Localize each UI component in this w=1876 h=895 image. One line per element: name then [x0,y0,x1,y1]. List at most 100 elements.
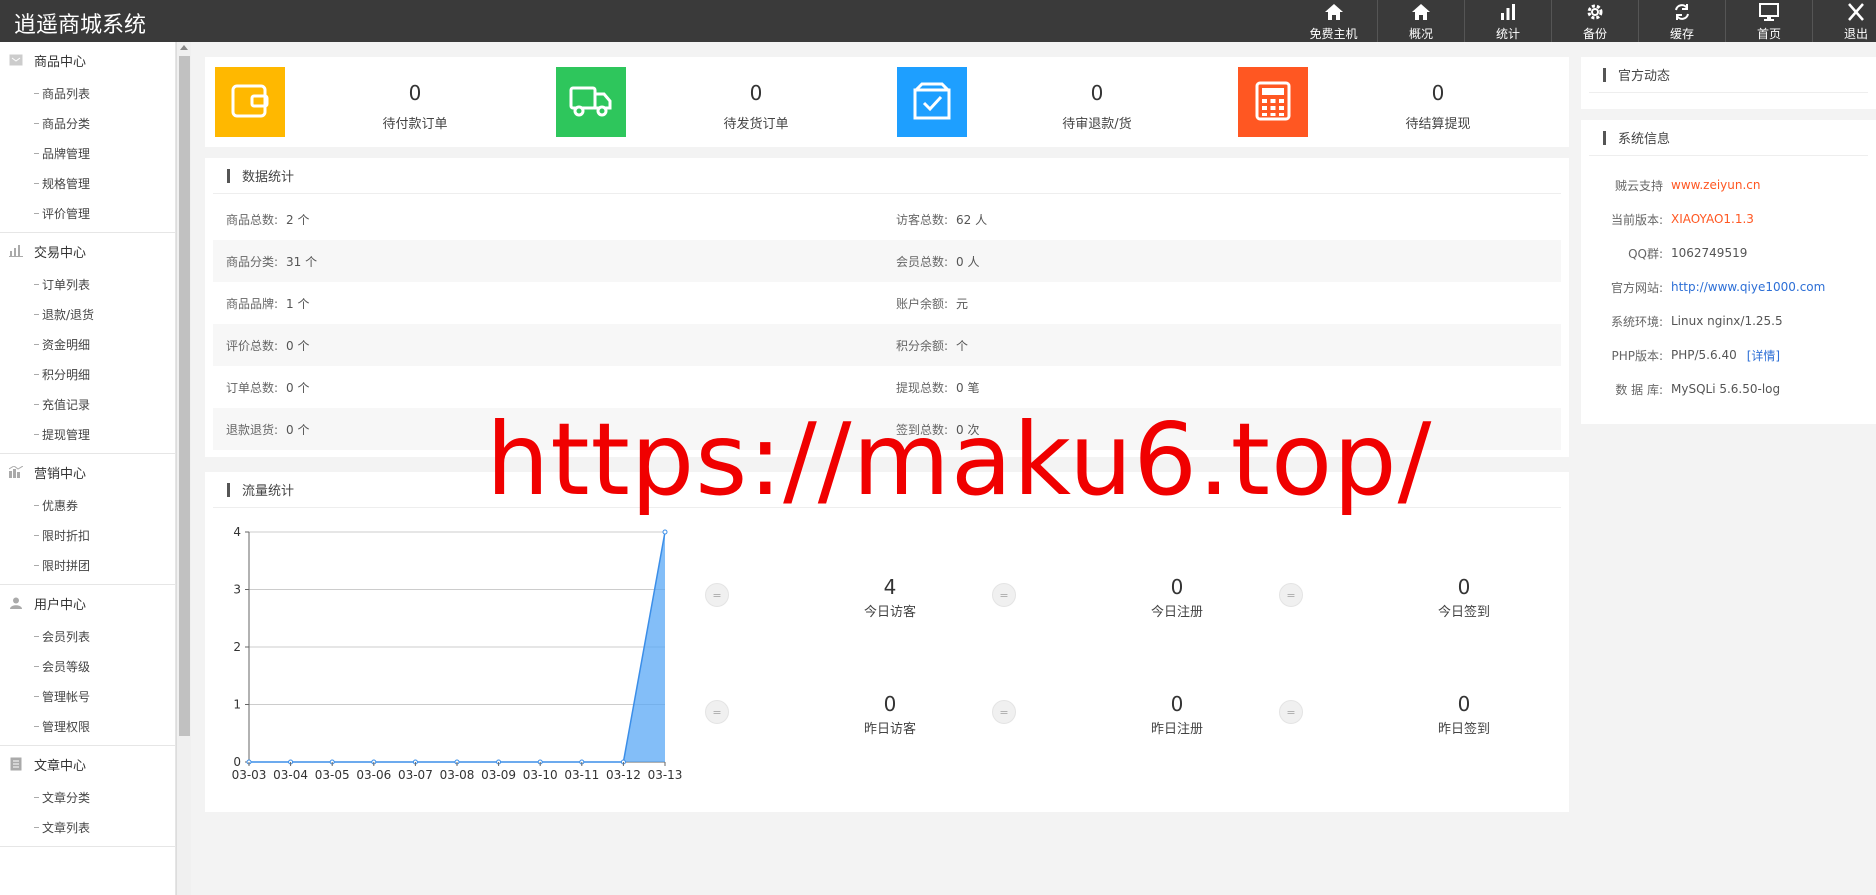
sidebar-group-title: 营销中心 [34,466,87,482]
sidebar-item-group-buy[interactable]: 限时拼团 [0,550,175,580]
sidebar-group-header[interactable]: 文章中心 [0,746,175,782]
sysinfo-link[interactable]: XIAOYAO1.1.3 [1671,212,1754,226]
stats-value: 个 [956,338,969,353]
stats-label: 商品分类: [225,254,278,269]
card-tile [556,67,626,137]
stats-label: 会员总数: [895,254,948,269]
kpi-value: 0 [1457,692,1471,716]
topnav-label: 首页 [1756,27,1781,41]
sidebar-item-recharge[interactable]: 充值记录 [0,389,175,419]
traffic-chart: 0 1 2 3 4 03-03 03-04 03-05 03-06 03-07 03-08 03-09… [232,525,683,782]
sidebar-item-members[interactable]: 会员列表 [0,621,175,651]
kpi-item: 0 昨日访客 [770,692,1010,737]
sidebar-group-header[interactable]: 交易中心 [0,233,175,269]
kpi-label: 今日访客 [863,605,916,620]
sidebar-group-trade: 交易中心 订单列表 退款/退货 资金明细 积分明细 充值记录 提现管理 [0,233,175,454]
sidebar-group-header[interactable]: 营销中心 [0,454,175,490]
x-tick-label: 03-09 [481,768,516,782]
card-label: 待审退款/货 [1062,117,1132,132]
sysinfo-link[interactable]: http://www.qiye1000.com [1671,280,1825,294]
card-pending-withdraw[interactable]: 0 待结算提现 [1228,67,1568,137]
sidebar: 商品中心 商品列表 商品分类 品牌管理 规格管理 评价管理 交易中心 订单列表 … [0,42,176,895]
sidebar-group-header[interactable]: 商品中心 [0,42,175,78]
scroll-up-arrow-icon[interactable] [180,45,188,50]
scrollbar-thumb[interactable] [179,56,190,736]
news-panel: 官方动态 [1581,57,1876,109]
kpi-separator-icon: = [992,583,1016,607]
sidebar-item-points[interactable]: 积分明细 [0,359,175,389]
stats-cell: 商品分类: 31 个 [205,240,317,282]
topnav-label: 概况 [1408,27,1433,41]
topnav-home[interactable]: 首页 [1725,0,1812,42]
panel-title: 数据统计 [213,158,1561,194]
stats-label: 商品总数: [225,212,278,227]
kpi-separator-icon: = [705,700,729,724]
stats-cell: 退款退货: 0 个 [205,408,310,450]
panel-title: 官方动态 [1589,57,1868,93]
php-details-link[interactable]: [详情] [1747,347,1780,364]
y-tick-label: 3 [233,583,241,597]
stats-label: 退款退货: [225,422,278,437]
stats-value: 0 个 [286,338,310,353]
top-nav: 免费主机 概况 统计 备份 缓存 首页 退出 [1290,0,1876,42]
topnav-free-host[interactable]: 免费主机 [1290,0,1377,42]
stats-value: 元 [956,296,969,311]
stats-cell: 积分余额: 个 [875,324,968,366]
sidebar-item-spec[interactable]: 规格管理 [0,168,175,198]
topnav-label: 缓存 [1669,27,1694,41]
top-bar: 逍遥商城系统 免费主机 概况 统计 备份 缓存 首页 退出 [0,0,1876,42]
sidebar-item-brand[interactable]: 品牌管理 [0,138,175,168]
app-title: 逍遥商城系统 [14,13,147,38]
sysinfo-label: 系统环境: [1610,314,1663,329]
sysinfo-label: 贼云支持 [1614,178,1663,193]
sidebar-item-permissions[interactable]: 管理权限 [0,711,175,741]
sidebar-group-header[interactable]: 用户中心 [0,585,175,621]
sidebar-group-users: 用户中心 会员列表 会员等级 管理帐号 管理权限 [0,585,175,746]
sidebar-group-articles: 文章中心 文章分类 文章列表 [0,746,175,847]
x-tick-label: 03-10 [523,768,558,782]
home-icon [1411,2,1431,22]
kpi-item: 0 今日注册 [1057,575,1297,620]
sidebar-item-goods-list[interactable]: 商品列表 [0,78,175,108]
sysinfo-label: 数 据 库: [1615,382,1663,397]
sysinfo-row: QQ群: 1062749519 [1581,236,1876,270]
sidebar-item-refunds[interactable]: 退款/退货 [0,299,175,329]
card-tile [897,67,967,137]
card-pending-payment[interactable]: 0 待付款订单 [205,67,545,137]
stats-label: 积分余额: [895,338,948,353]
sidebar-item-withdraw[interactable]: 提现管理 [0,419,175,449]
sidebar-item-funds[interactable]: 资金明细 [0,329,175,359]
topnav-cache[interactable]: 缓存 [1638,0,1725,42]
sidebar-item-review[interactable]: 评价管理 [0,198,175,228]
kpi-item: 0 今日签到 [1344,575,1584,620]
kpi-separator-icon: = [992,700,1016,724]
kpi-item: 0 昨日签到 [1344,692,1584,737]
stats-value: 2 个 [286,212,310,227]
traffic-panel: 流量统计 0 1 2 3 4 03-03 03-04 03-05 03-06 03-07 03-08… [205,472,1569,812]
sidebar-item-discount[interactable]: 限时折扣 [0,520,175,550]
sysinfo-label: PHP版本: [1611,348,1663,363]
bar-chart-icon [1498,2,1518,22]
kpi-label: 今日签到 [1437,605,1490,620]
sidebar-scrollbar[interactable] [176,42,191,895]
card-pending-shipment[interactable]: 0 待发货订单 [546,67,886,137]
sidebar-item-goods-category[interactable]: 商品分类 [0,108,175,138]
sidebar-item-article-category[interactable]: 文章分类 [0,782,175,812]
card-pending-refund[interactable]: 0 待审退款/货 [887,67,1227,137]
sidebar-item-orders[interactable]: 订单列表 [0,269,175,299]
topnav-overview[interactable]: 概况 [1377,0,1464,42]
topnav-logout[interactable]: 退出 [1812,0,1876,42]
sysinfo-row: 系统环境: Linux nginx/1.25.5 [1581,304,1876,338]
topnav-stats[interactable]: 统计 [1464,0,1551,42]
stats-row: 商品总数: 2 个 访客总数: 62 人 [213,198,1561,240]
sysinfo-link[interactable]: www.zeiyun.cn [1671,178,1761,192]
card-label: 待付款订单 [382,117,448,132]
sidebar-item-member-level[interactable]: 会员等级 [0,651,175,681]
topnav-backup[interactable]: 备份 [1551,0,1638,42]
sidebar-item-article-list[interactable]: 文章列表 [0,812,175,842]
sidebar-group-marketing: 营销中心 优惠券 限时折扣 限时拼团 [0,454,175,585]
stats-row: 商品品牌: 1 个 账户余额: 元 [213,282,1561,324]
y-tick-label: 2 [233,640,241,654]
sidebar-item-coupon[interactable]: 优惠券 [0,490,175,520]
sidebar-item-admin-accounts[interactable]: 管理帐号 [0,681,175,711]
